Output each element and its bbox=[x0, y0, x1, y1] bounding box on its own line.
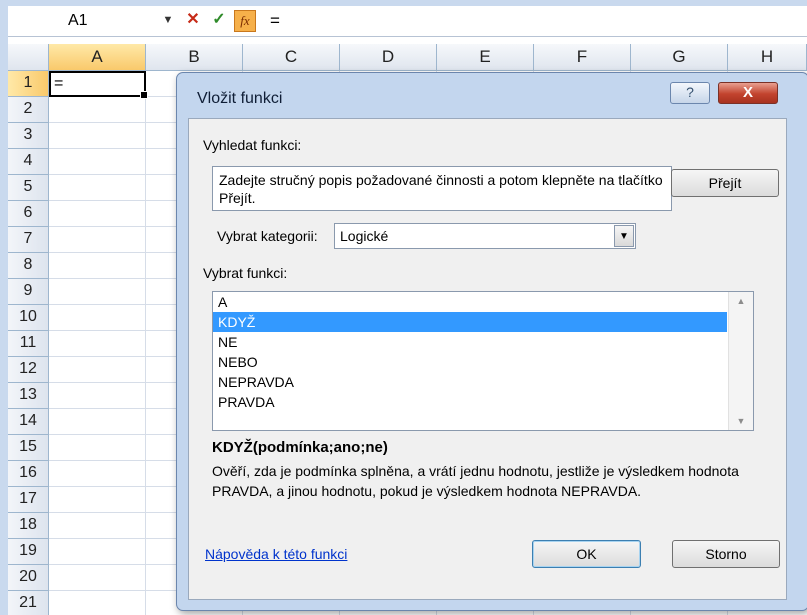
cancel-icon[interactable]: ✕ bbox=[183, 10, 203, 30]
row-header[interactable]: 19 bbox=[8, 539, 49, 565]
function-description: Ověří, zda je podmínka splněna, a vrátí … bbox=[212, 463, 739, 499]
cancel-button[interactable]: Storno bbox=[672, 540, 780, 568]
formula-bar: A1 ▼ ✕ ✓ fx = bbox=[8, 6, 807, 37]
ok-button[interactable]: OK bbox=[532, 540, 641, 568]
name-box-dropdown-icon[interactable]: ▼ bbox=[158, 10, 178, 30]
name-box[interactable]: A1 bbox=[8, 8, 146, 33]
row-header[interactable]: 21 bbox=[8, 591, 49, 615]
row-header[interactable]: 4 bbox=[8, 149, 49, 175]
category-label: Vybrat kategorii: bbox=[217, 228, 318, 244]
function-signature: KDYŽ(podmínka;ano;ne) bbox=[212, 439, 388, 456]
row-header[interactable]: 18 bbox=[8, 513, 49, 539]
help-button[interactable]: ? bbox=[670, 82, 710, 104]
list-item-selected[interactable]: KDYŽ bbox=[213, 312, 727, 332]
close-button[interactable]: X bbox=[718, 82, 778, 104]
list-scrollbar[interactable]: ▲ ▼ bbox=[728, 292, 753, 430]
column-header[interactable]: B bbox=[146, 44, 243, 71]
scroll-down-icon[interactable]: ▼ bbox=[729, 416, 753, 426]
enter-icon[interactable]: ✓ bbox=[209, 10, 229, 30]
row-header[interactable]: 6 bbox=[8, 201, 49, 227]
column-header[interactable]: E bbox=[437, 44, 534, 71]
go-button[interactable]: Přejít bbox=[671, 169, 779, 197]
active-cell-a1[interactable]: = bbox=[49, 71, 148, 99]
list-item[interactable]: A bbox=[213, 292, 753, 312]
row-header[interactable]: 14 bbox=[8, 409, 49, 435]
column-header[interactable]: A bbox=[49, 44, 146, 71]
list-item[interactable]: NEPRAVDA bbox=[213, 372, 753, 392]
insert-function-dialog: Vložit funkci ? X Vyhledat funkci: Zadej… bbox=[176, 72, 807, 611]
row-header[interactable]: 3 bbox=[8, 123, 49, 149]
column-header[interactable]: G bbox=[631, 44, 728, 71]
category-value: Logické bbox=[340, 228, 389, 244]
row-header[interactable]: 7 bbox=[8, 227, 49, 253]
fill-handle[interactable] bbox=[140, 91, 148, 99]
excel-window: A1 ▼ ✕ ✓ fx = A B C D E F G H 1 2 3 4 5 … bbox=[8, 6, 807, 615]
dialog-client-area: Vyhledat funkci: Zadejte stručný popis p… bbox=[188, 118, 787, 600]
help-link[interactable]: Nápověda k této funkci bbox=[205, 546, 347, 562]
row-header[interactable]: 17 bbox=[8, 487, 49, 513]
row-header[interactable]: 5 bbox=[8, 175, 49, 201]
row-header[interactable]: 2 bbox=[8, 97, 49, 123]
row-header[interactable]: 10 bbox=[8, 305, 49, 331]
insert-function-icon[interactable]: fx bbox=[234, 10, 256, 32]
search-function-input[interactable]: Zadejte stručný popis požadované činnost… bbox=[212, 166, 672, 211]
row-header[interactable]: 16 bbox=[8, 461, 49, 487]
dropdown-arrow-icon[interactable]: ▼ bbox=[614, 225, 634, 247]
row-header[interactable]: 8 bbox=[8, 253, 49, 279]
function-list[interactable]: A KDYŽ NE NEBO NEPRAVDA PRAVDA ▲ ▼ bbox=[212, 291, 754, 431]
function-list-label: Vybrat funkci: bbox=[203, 265, 288, 281]
search-function-label: Vyhledat funkci: bbox=[203, 137, 302, 153]
list-item[interactable]: PRAVDA bbox=[213, 392, 753, 412]
row-header[interactable]: 9 bbox=[8, 279, 49, 305]
list-item[interactable]: NE bbox=[213, 332, 753, 352]
cell-value: = bbox=[54, 75, 64, 92]
row-header[interactable]: 12 bbox=[8, 357, 49, 383]
row-header[interactable]: 1 bbox=[8, 71, 49, 97]
formula-input[interactable]: = bbox=[270, 8, 280, 33]
row-header[interactable]: 13 bbox=[8, 383, 49, 409]
category-select[interactable]: Logické ▼ bbox=[334, 223, 636, 249]
list-item[interactable]: NEBO bbox=[213, 352, 753, 372]
column-header[interactable]: C bbox=[243, 44, 340, 71]
column-header[interactable]: D bbox=[340, 44, 437, 71]
row-header[interactable]: 11 bbox=[8, 331, 49, 357]
column-header[interactable]: H bbox=[728, 44, 807, 71]
row-header[interactable]: 15 bbox=[8, 435, 49, 461]
column-header[interactable]: F bbox=[534, 44, 631, 71]
select-all-corner[interactable] bbox=[8, 44, 49, 71]
scroll-up-icon[interactable]: ▲ bbox=[729, 296, 753, 306]
grid-line bbox=[145, 71, 146, 615]
row-header[interactable]: 20 bbox=[8, 565, 49, 591]
dialog-title: Vložit funkci bbox=[197, 90, 283, 107]
